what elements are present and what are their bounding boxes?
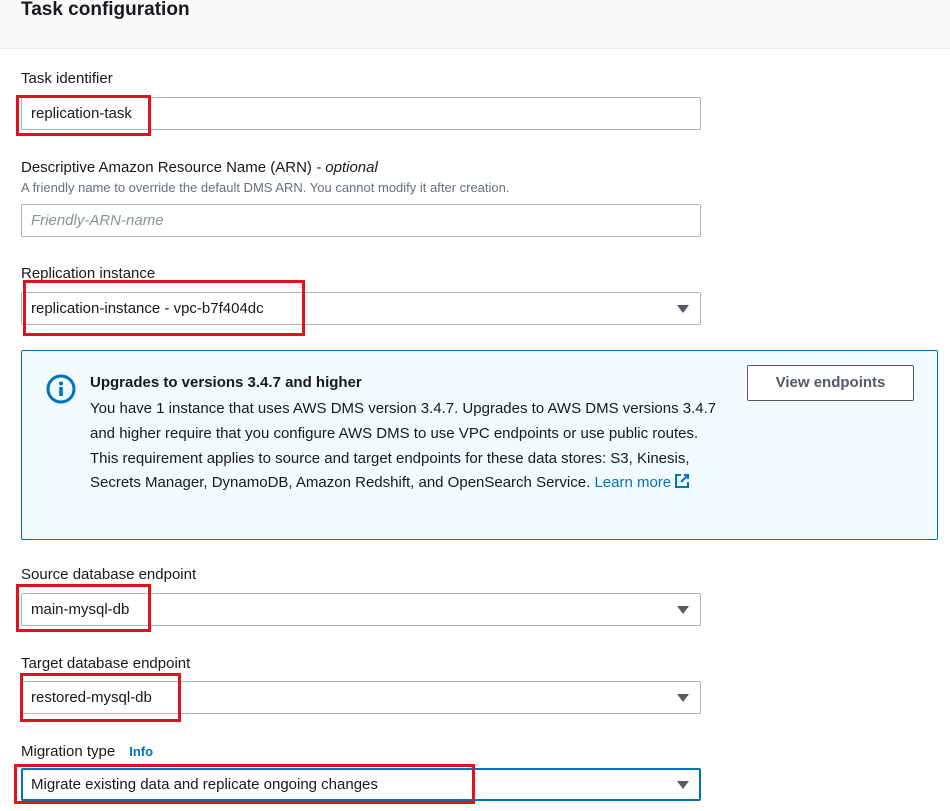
- alert-title: Upgrades to versions 3.4.7 and higher: [90, 374, 362, 391]
- view-endpoints-button[interactable]: View endpoints: [747, 365, 914, 401]
- section-title: Task configuration: [21, 0, 190, 20]
- section-header: Task configuration: [0, 0, 950, 49]
- target-endpoint-select[interactable]: restored-mysql-db: [21, 681, 701, 714]
- replication-instance-value: replication-instance - vpc-b7f404dc: [31, 300, 264, 317]
- task-identifier-input[interactable]: replication-task: [21, 97, 701, 130]
- migration-type-select[interactable]: Migrate existing data and replicate ongo…: [21, 768, 701, 801]
- task-identifier-label: Task identifier: [21, 70, 113, 87]
- caret-down-icon: [677, 305, 689, 313]
- arn-label: Descriptive Amazon Resource Name (ARN) -…: [21, 158, 378, 178]
- caret-down-icon: [677, 694, 689, 702]
- source-endpoint-value: main-mysql-db: [31, 601, 130, 618]
- target-endpoint-label: Target database endpoint: [21, 655, 191, 672]
- learn-more-link[interactable]: Learn more: [594, 474, 690, 491]
- replication-instance-label: Replication instance: [21, 265, 156, 282]
- migration-type-value: Migrate existing data and replicate ongo…: [31, 776, 378, 793]
- caret-down-icon: [677, 781, 689, 789]
- learn-more-text: Learn more: [594, 474, 672, 492]
- info-link[interactable]: Info: [129, 744, 153, 759]
- caret-down-icon: [677, 606, 689, 614]
- source-endpoint-label: Source database endpoint: [21, 566, 197, 583]
- info-icon: [46, 374, 76, 404]
- arn-optional-text: - optional: [311, 159, 378, 176]
- target-endpoint-value: restored-mysql-db: [31, 689, 152, 706]
- arn-input[interactable]: Friendly-ARN-name: [21, 204, 701, 237]
- migration-type-label: Migration type Info: [21, 742, 153, 762]
- arn-label-text: Descriptive Amazon Resource Name (ARN): [21, 159, 312, 176]
- replication-instance-select[interactable]: replication-instance - vpc-b7f404dc: [21, 292, 701, 325]
- info-alert: Upgrades to versions 3.4.7 and higher Yo…: [21, 350, 938, 540]
- arn-description: A friendly name to override the default …: [21, 180, 510, 195]
- external-link-icon: [675, 474, 690, 489]
- source-endpoint-select[interactable]: main-mysql-db: [21, 593, 701, 626]
- alert-body: You have 1 instance that uses AWS DMS ve…: [90, 397, 720, 496]
- migration-type-label-text: Migration type: [21, 743, 116, 760]
